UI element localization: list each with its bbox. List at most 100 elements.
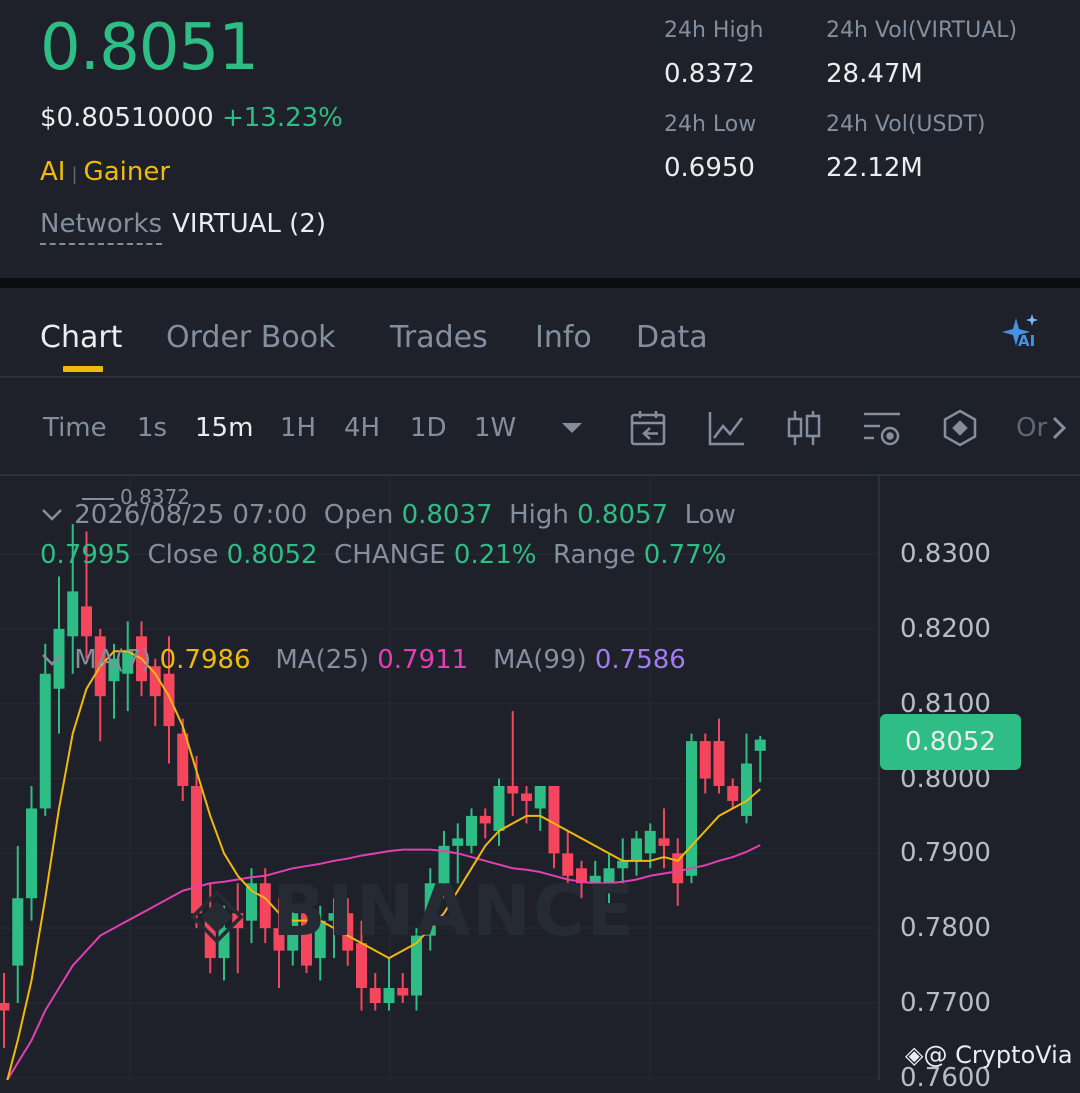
stat-value: 28.47M [826, 59, 923, 89]
timeframe-1s[interactable]: 1s [137, 410, 167, 446]
candle [686, 733, 697, 884]
candle [658, 808, 670, 869]
ohlc-range: 0.77% [643, 540, 727, 570]
y-tick-label: 0.7800 [900, 913, 991, 944]
tab-bar: Chart Order Book Trades Info Data AI [0, 300, 1080, 376]
candle [754, 735, 766, 783]
timeframe-1w[interactable]: 1W [474, 410, 516, 446]
ohlc-change-label: CHANGE [334, 540, 446, 570]
diamond-logo-icon: ◈ [905, 1041, 924, 1069]
tag-gainer[interactable]: Gainer [84, 157, 170, 187]
change-percent: +13.23% [221, 103, 343, 133]
timeframe-4h[interactable]: 4H [344, 410, 380, 446]
stat-label: 24h High [664, 18, 764, 43]
price-axis-divider [878, 476, 880, 1080]
networks-row[interactable]: Networks VIRTUAL (2) [40, 206, 327, 245]
ohlc-close: 0.8052 [226, 540, 318, 570]
ohlc-open: 0.8037 [401, 500, 493, 530]
ma25-value: 0.7911 [377, 645, 469, 675]
ohlc-high-label: High [509, 500, 569, 530]
candle [26, 785, 37, 921]
stat-value: 22.12M [826, 153, 923, 183]
chevron-down-icon[interactable] [40, 640, 66, 680]
stat-label: 24h Vol(VIRTUAL) [826, 18, 1018, 43]
timeframe-15m[interactable]: 15m [195, 410, 253, 446]
last-price-tag: 0.8052 [880, 714, 1021, 770]
candle-type-icon[interactable] [784, 408, 824, 448]
ai-sparkle-icon[interactable]: AI [998, 312, 1042, 356]
stat-24h-vol-quote: 24h Vol(USDT) 22.12M [826, 110, 985, 186]
ohlc-date: 2026/08/25 07:00 [74, 500, 308, 530]
candle [12, 845, 24, 1003]
timeframe-1d[interactable]: 1D [410, 410, 447, 446]
ma99-value: 0.7586 [594, 645, 686, 675]
networks-value: VIRTUAL (2) [172, 209, 327, 239]
section-divider [0, 278, 1080, 288]
tab-order-book[interactable]: Order Book [166, 318, 335, 358]
candle [466, 808, 477, 854]
stat-value: 0.6950 [664, 153, 755, 183]
ma25-label: MA(25) [275, 645, 369, 675]
chevron-down-icon[interactable] [552, 408, 592, 448]
stat-24h-high: 24h High 0.8372 [664, 16, 764, 92]
hexagon-icon[interactable] [940, 408, 980, 448]
candle [0, 973, 10, 1048]
y-tick-label: 0.8300 [900, 539, 991, 569]
credit-line: ◈@ CryptoVia [905, 1041, 1073, 1069]
ai-badge-label: AI [1018, 332, 1036, 350]
candle [397, 973, 409, 1003]
y-tick-label: 0.7900 [900, 838, 991, 869]
tab-trades[interactable]: Trades [390, 318, 488, 358]
candle [741, 733, 752, 824]
chevron-right-icon[interactable] [1044, 408, 1074, 448]
watermark-logo-icon: ◈ [190, 870, 273, 952]
candle [507, 711, 519, 816]
ohlc-open-label: Open [323, 500, 394, 530]
binance-watermark: ◈ BINANCE [190, 870, 637, 952]
stat-24h-low: 24h Low 0.6950 [664, 110, 756, 186]
tab-bar-rule [0, 376, 1080, 378]
ma7-label: MA(7) [74, 645, 152, 675]
candle [479, 808, 491, 839]
ohlc-low: 0.7995 [40, 540, 131, 570]
line-chart-icon[interactable] [706, 408, 746, 448]
tag-list: AI | Gainer [40, 157, 171, 187]
candle [534, 785, 546, 831]
ohlc-change: 0.21% [453, 540, 537, 570]
stat-value: 0.8372 [664, 59, 755, 89]
stat-24h-vol-base: 24h Vol(VIRTUAL) 28.47M [826, 16, 1017, 92]
chevron-down-icon[interactable] [40, 495, 66, 535]
timeframe-time[interactable]: Time [43, 410, 107, 446]
ma7-line [6, 650, 761, 1080]
ohlc-low-label: Low [684, 500, 736, 530]
networks-label: Networks [40, 209, 163, 245]
chart-toolbar: Time 1s 15m 1H 4H 1D 1W Or [0, 390, 1080, 466]
ohlc-readout: 2026/08/25 07:00 Open 0.8037 High 0.8057… [40, 495, 830, 575]
candle [383, 958, 395, 1011]
ohlc-range-label: Range [553, 540, 636, 570]
calendar-back-icon[interactable] [628, 408, 668, 448]
ohlc-close-label: Close [147, 540, 219, 570]
tag-ai[interactable]: AI [40, 157, 65, 187]
y-tick-label: 0.8200 [900, 613, 991, 644]
last-price: 0.8051 [40, 11, 259, 85]
ohlc-high: 0.8057 [577, 500, 669, 530]
active-tab-indicator [63, 366, 103, 372]
tab-info[interactable]: Info [535, 318, 592, 358]
indicator-settings-icon[interactable] [862, 408, 902, 448]
candle [369, 973, 381, 1011]
ma-readout: MA(7) 0.7986 MA(25) 0.7911 MA(99) 0.7586 [40, 640, 686, 680]
toolbar-more-label[interactable]: Or [1016, 410, 1047, 446]
usd-price-line: $0.80510000 +13.23% [40, 100, 343, 136]
candle [548, 785, 560, 869]
candle [713, 718, 725, 794]
candle [177, 718, 189, 801]
tab-data[interactable]: Data [636, 318, 708, 358]
ma7-value: 0.7986 [159, 645, 251, 675]
candle [699, 733, 711, 794]
candle [727, 778, 739, 809]
timeframe-1h[interactable]: 1H [280, 410, 316, 446]
tab-chart[interactable]: Chart [40, 318, 122, 358]
stat-label: 24h Low [664, 112, 757, 137]
usd-price: $0.80510000 [40, 103, 214, 133]
